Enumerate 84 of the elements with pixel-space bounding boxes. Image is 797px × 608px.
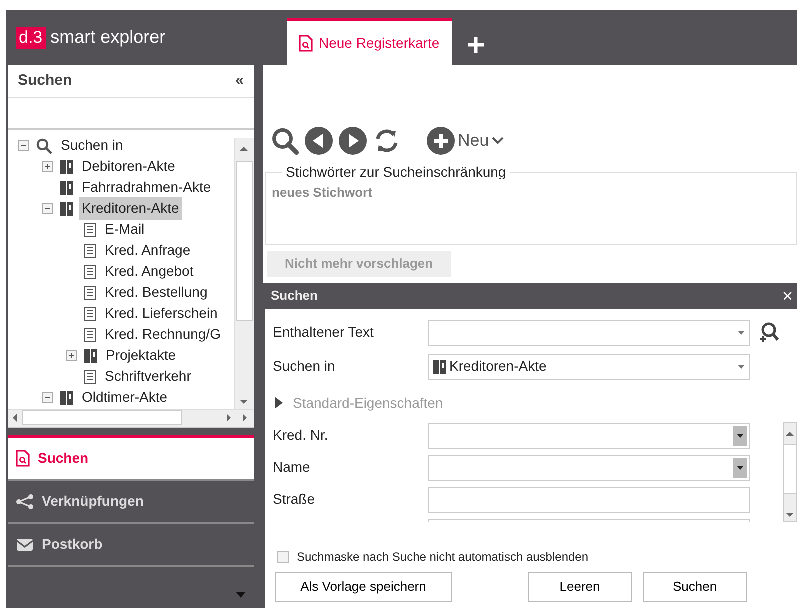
scrollbar[interactable] [8, 409, 254, 427]
tree-item[interactable]: Suchen in [58, 135, 126, 157]
save-template-button[interactable]: Als Vorlage speichern [275, 572, 452, 602]
envelope-icon [16, 536, 34, 552]
caret-down-icon[interactable] [236, 592, 246, 598]
panel-title: Suchen [18, 70, 72, 91]
dropdown-icon [738, 330, 745, 334]
tree-item[interactable]: E-Mail [102, 218, 148, 241]
clear-button[interactable]: Leeren [528, 572, 632, 602]
document-icon [84, 264, 96, 278]
binder-icon [60, 390, 73, 406]
dropdown-value: Kreditoren-Akte [450, 357, 547, 376]
scrollbar[interactable] [783, 422, 797, 522]
back-icon[interactable] [305, 127, 333, 155]
tree-item[interactable]: Kred. Anfrage [102, 239, 194, 262]
field-label: Enthaltener Text [273, 323, 375, 342]
text-combo-field[interactable] [428, 320, 750, 346]
binder-icon [60, 180, 73, 196]
checkbox[interactable] [277, 550, 289, 562]
document-search-icon [16, 450, 30, 467]
keywords-group[interactable]: Stichwörter zur Sucheinschränkung neues Stichwort [265, 165, 797, 245]
document-icon [84, 244, 96, 258]
caret-right-icon [275, 397, 283, 409]
tree-item[interactable]: Fahrradrahmen-Akte [79, 176, 214, 199]
document-icon [84, 286, 96, 300]
document-search-icon [299, 34, 313, 52]
tree-item[interactable]: Schriftverkehr [102, 365, 194, 388]
tree-item[interactable]: Debitoren-Akte [79, 155, 178, 178]
text-field[interactable] [428, 486, 750, 512]
plus-icon[interactable] [468, 37, 484, 53]
resize-grip[interactable] [8, 428, 254, 438]
scrollbar[interactable] [234, 138, 254, 409]
tree-item[interactable]: Kred. Rechnung/G [102, 323, 224, 346]
tree-item[interactable]: Projektakte [103, 344, 180, 367]
collapse-button[interactable]: « [236, 70, 244, 92]
nav-item[interactable]: Postkorb [8, 524, 254, 567]
logo-mark: d.3 [16, 26, 46, 48]
search-icon[interactable] [271, 127, 299, 155]
scroll-thumb[interactable] [22, 410, 182, 425]
dropdown-field[interactable] [428, 454, 750, 480]
tree-item[interactable]: Kred. Lieferschein [102, 302, 221, 325]
binder-icon [60, 200, 73, 216]
checkbox-label: Suchmaske nach Suche nicht automatisch ausblenden [297, 548, 589, 566]
dropdown-icon [736, 434, 744, 438]
dropdown-field[interactable] [428, 422, 750, 448]
dropdown-icon [736, 466, 744, 470]
search-button[interactable]: Suchen [643, 572, 747, 602]
expand-toggle[interactable] [66, 350, 77, 361]
search-icon [36, 138, 52, 154]
tree-item[interactable]: Oldtimer-Akte [79, 386, 171, 409]
new-button[interactable]: Neu [427, 127, 504, 155]
group-legend: Stichwörter zur Sucheinschränkung [282, 165, 510, 179]
tree-item[interactable]: Kred. Angebot [102, 260, 197, 283]
plus-circle-icon [427, 127, 455, 155]
document-icon [84, 306, 96, 320]
forward-icon[interactable] [339, 127, 367, 155]
scroll-thumb[interactable] [784, 444, 796, 494]
field-label: Name [273, 458, 312, 477]
tree-item[interactable]: Kred. Bestellung [102, 281, 211, 304]
collapse-toggle[interactable] [42, 392, 53, 403]
field-label: Kred. Nr. [273, 426, 330, 445]
app-title: smart explorer [50, 26, 166, 49]
dropdown-icon [738, 364, 745, 368]
field-label: Straße [273, 490, 316, 509]
chevron-down-icon [492, 137, 504, 145]
tree-item[interactable]: Kreditoren-Akte [79, 197, 182, 220]
dialog-title: Suchen [271, 286, 318, 305]
document-icon [84, 370, 96, 384]
add-search-icon[interactable] [758, 322, 780, 344]
document-icon [84, 222, 96, 236]
document-icon [84, 328, 96, 342]
close-button[interactable]: × [782, 286, 793, 304]
tab[interactable]: Neue Registerkarte [287, 18, 452, 65]
scroll-thumb[interactable] [236, 161, 253, 321]
collapse-toggle[interactable] [18, 140, 29, 151]
share-icon [16, 494, 34, 510]
scope-dropdown[interactable]: Kreditoren-Akte [428, 354, 750, 380]
binder-icon [60, 158, 73, 174]
nav-item[interactable]: Verknüpfungen [8, 481, 254, 524]
field-label: Suchen in [273, 357, 336, 376]
binder-icon [84, 348, 97, 364]
collapse-toggle[interactable] [42, 203, 53, 214]
expand-toggle[interactable] [42, 161, 53, 172]
binder-icon [433, 358, 446, 374]
